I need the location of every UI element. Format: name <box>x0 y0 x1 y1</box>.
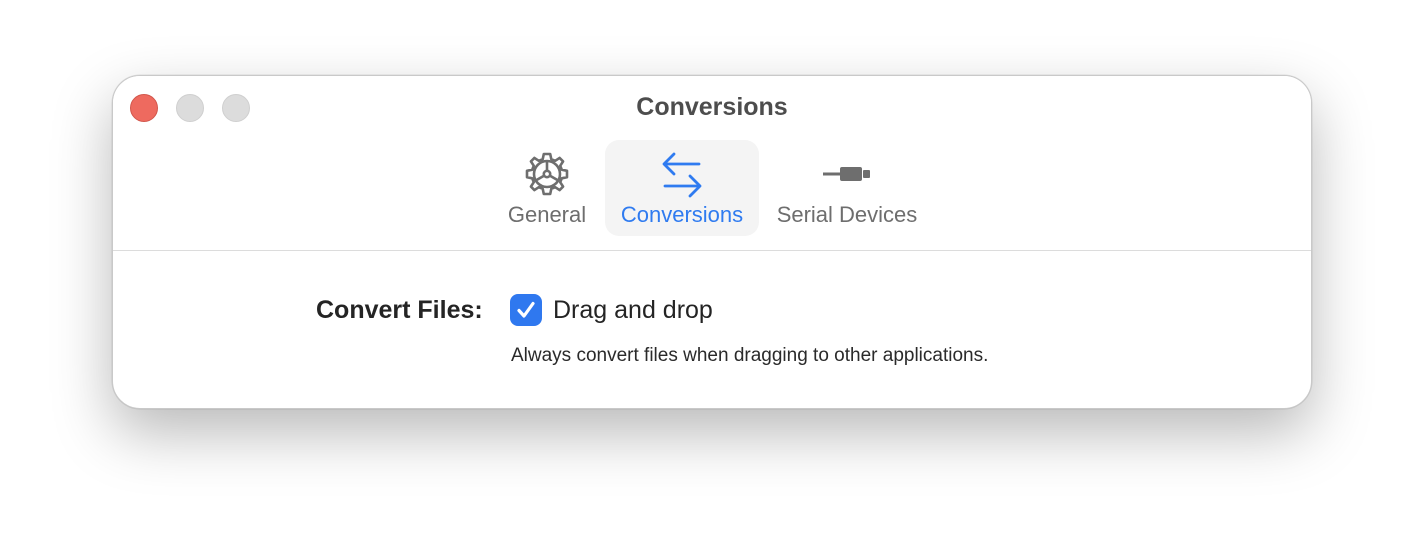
window-toolbar: Conversions General Conversions Serial D… <box>113 76 1311 251</box>
checkmark-icon <box>517 301 535 318</box>
tab-serial-devices[interactable]: Serial Devices <box>769 140 925 236</box>
drag-and-drop-checkbox[interactable] <box>510 294 542 326</box>
convert-files-label: Convert Files: <box>316 296 483 324</box>
tab-general[interactable]: General <box>499 140 595 236</box>
tab-general-label: General <box>507 202 587 227</box>
desktop-background: Conversions General Conversions Serial D… <box>0 0 1424 558</box>
serial-cable-icon <box>769 150 925 198</box>
arrows-left-right-icon <box>605 150 759 198</box>
preferences-window: Conversions General Conversions Serial D… <box>112 75 1312 409</box>
window-title: Conversions <box>636 93 788 121</box>
tab-conversions[interactable]: Conversions <box>605 140 759 236</box>
convert-files-hint: Always convert files when dragging to ot… <box>511 345 989 366</box>
tab-serial-devices-label: Serial Devices <box>776 202 918 227</box>
gear-icon <box>499 150 595 198</box>
tab-conversions-label: Conversions <box>620 202 744 227</box>
drag-and-drop-label[interactable]: Drag and drop <box>553 296 713 325</box>
